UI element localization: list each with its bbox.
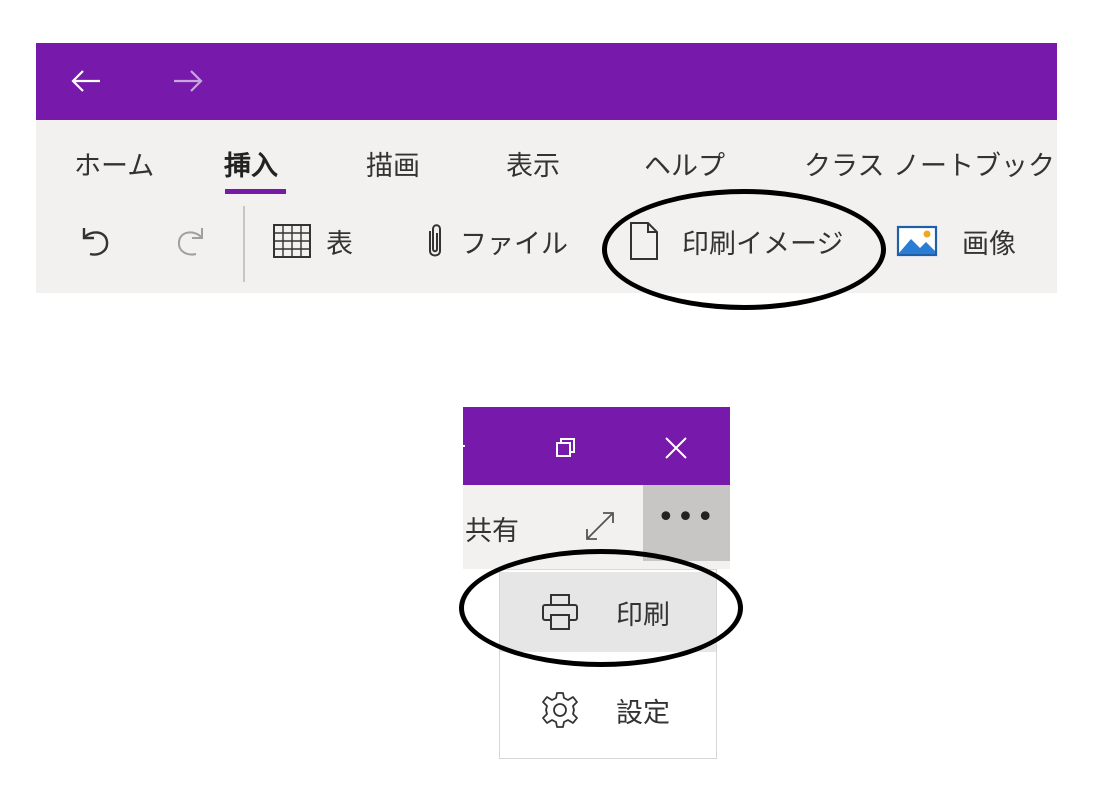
gear-icon	[542, 692, 578, 728]
tab-home[interactable]: ホーム	[74, 144, 154, 183]
printer-icon	[542, 594, 578, 630]
menu-bar: ホーム 挿入 描画 表示 ヘルプ クラス ノートブック 表 ファイル 印刷イメー…	[36, 120, 1057, 293]
expand-icon[interactable]	[581, 507, 619, 545]
tab-view[interactable]: 表示	[506, 144, 560, 183]
window-screenshot: 共有 ••• 印刷 設定	[459, 407, 743, 759]
undo-button[interactable]	[76, 219, 114, 263]
redo-button[interactable]	[172, 219, 210, 263]
overflow-menu: 印刷 設定	[499, 569, 717, 759]
tab-draw[interactable]: 描画	[366, 144, 420, 183]
file-label: ファイル	[460, 228, 568, 260]
arrow-left-icon[interactable]	[68, 63, 104, 99]
ellipsis-icon: •••	[656, 500, 717, 535]
window-toolbar: 共有 •••	[463, 485, 730, 569]
toolbar-separator	[243, 206, 245, 282]
settings-label: 設定	[616, 697, 670, 729]
redo-icon	[177, 228, 203, 256]
minimize-icon[interactable]	[463, 445, 465, 447]
active-tab-indicator	[225, 189, 286, 194]
menu-item-print[interactable]: 印刷	[500, 572, 716, 652]
tab-class-notebook[interactable]: クラス ノートブック	[804, 144, 1055, 183]
paperclip-icon	[429, 224, 441, 257]
tab-help[interactable]: ヘルプ	[644, 144, 725, 183]
picture-label: 画像	[962, 228, 1016, 260]
document-icon	[630, 222, 658, 260]
printout-label: 印刷イメージ	[682, 228, 844, 260]
print-label: 印刷	[616, 599, 670, 631]
menu-item-settings[interactable]: 設定	[500, 670, 716, 750]
insert-printout-button[interactable]: 印刷イメージ	[628, 219, 843, 263]
table-icon	[273, 224, 311, 258]
share-button[interactable]: 共有	[465, 509, 519, 548]
ribbon-screenshot: ホーム 挿入 描画 表示 ヘルプ クラス ノートブック 表 ファイル 印刷イメー…	[36, 43, 1057, 310]
insert-table-button[interactable]: 表	[272, 219, 353, 263]
table-label: 表	[326, 228, 353, 260]
more-options-button[interactable]: •••	[643, 485, 730, 561]
insert-file-button[interactable]: ファイル	[424, 219, 568, 263]
insert-picture-button[interactable]: 画像	[896, 219, 1016, 263]
picture-icon	[896, 225, 938, 257]
arrow-right-icon[interactable]	[170, 63, 206, 99]
close-icon[interactable]	[663, 435, 689, 461]
restore-icon[interactable]	[555, 437, 577, 459]
undo-icon	[82, 228, 109, 256]
title-bar	[36, 43, 1057, 120]
window-title-bar	[463, 407, 730, 485]
tab-insert[interactable]: 挿入	[224, 144, 278, 183]
